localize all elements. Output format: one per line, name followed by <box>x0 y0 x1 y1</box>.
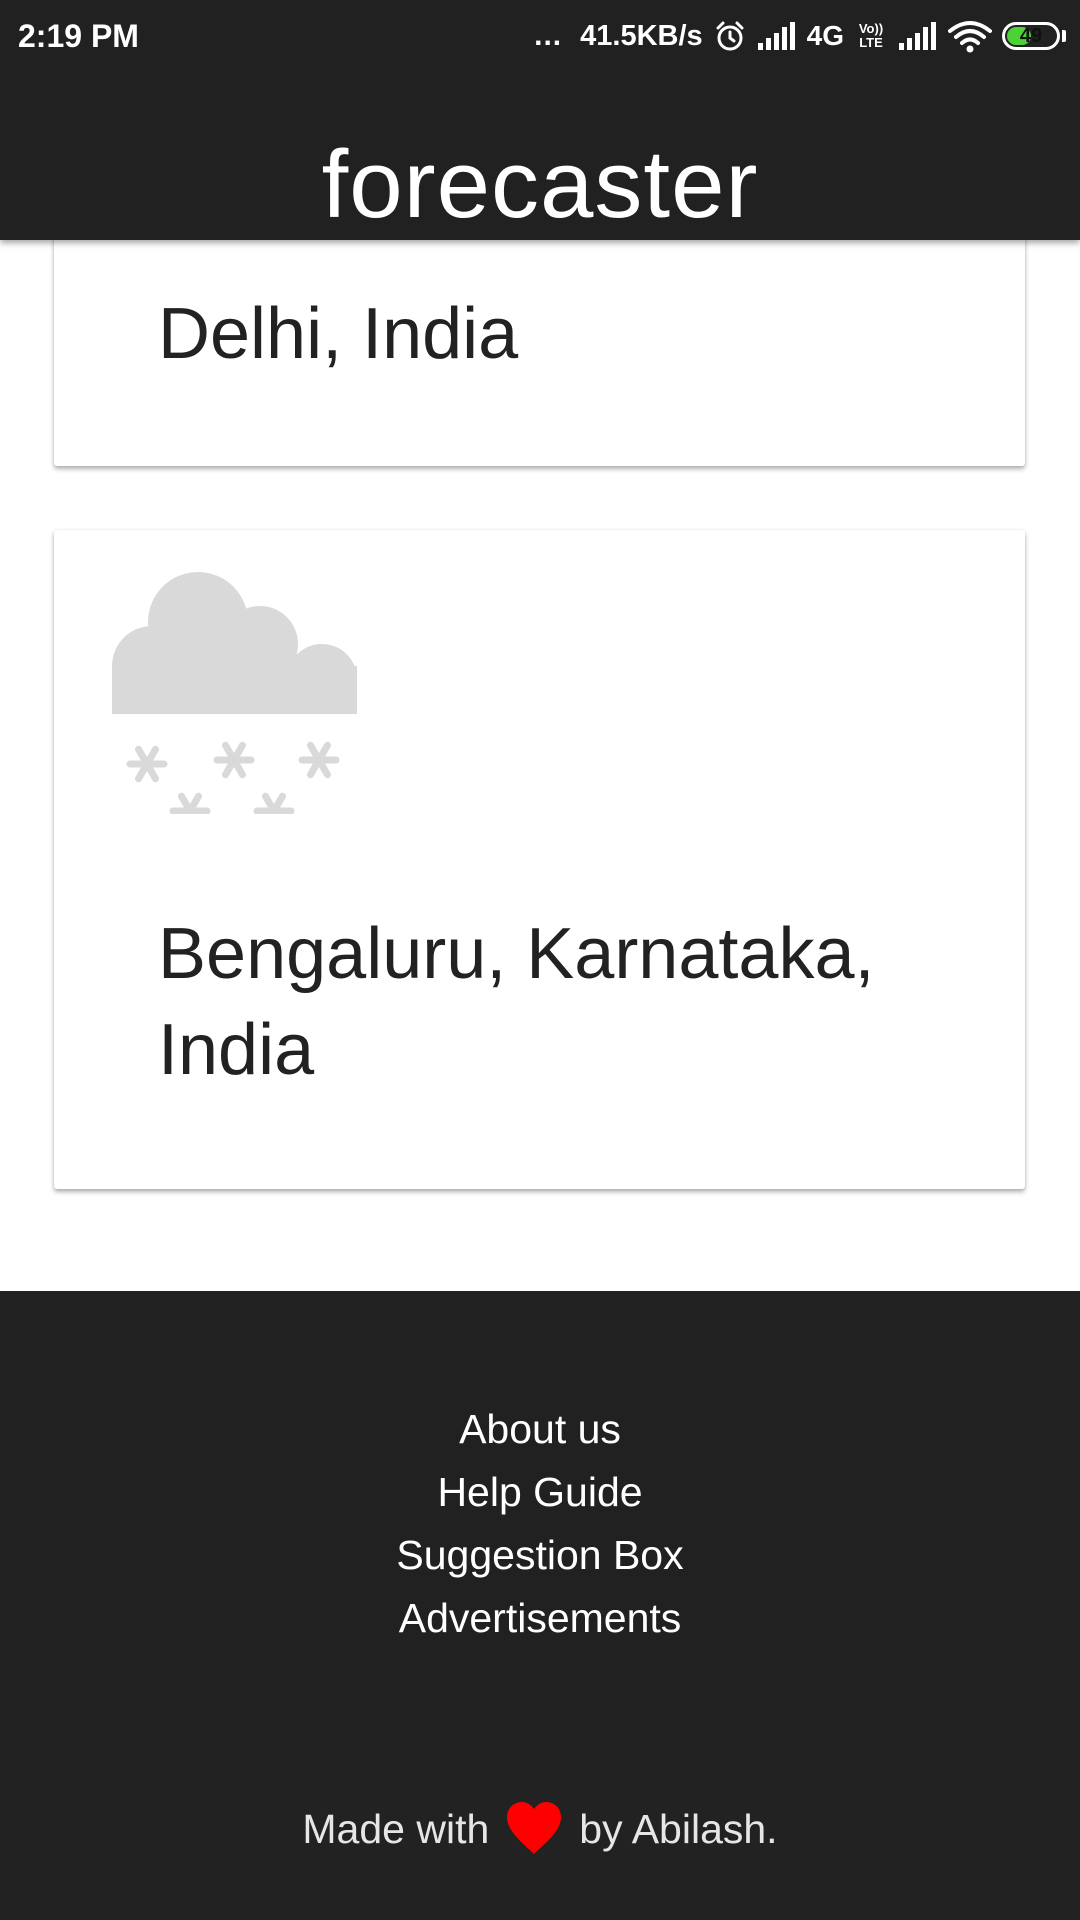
status-icons: ... 41.5KB/s 4G Vo)) LTE 49 <box>534 14 1066 58</box>
volte-icon: Vo)) LTE <box>854 22 888 50</box>
volte-bottom: LTE <box>859 35 883 50</box>
location-card-bengaluru[interactable]: Bengaluru, Karnataka, India <box>54 530 1025 1189</box>
made-with-prefix: Made with <box>302 1805 490 1852</box>
battery-level: 49 <box>1019 25 1043 47</box>
footer-link-advertisements[interactable]: Advertisements <box>0 1587 1080 1650</box>
footer-link-about-us[interactable]: About us <box>0 1398 1080 1461</box>
status-time: 2:19 PM <box>18 18 139 54</box>
snow-cloud-icon <box>112 572 357 814</box>
battery-tip <box>1062 30 1066 42</box>
made-with-row: Made with by Abilash. <box>54 1800 1026 1858</box>
location-name: Bengaluru, Karnataka, India <box>158 914 875 1090</box>
alarm-icon <box>716 21 744 51</box>
wifi-icon <box>948 21 992 53</box>
heart-icon <box>507 1802 562 1854</box>
app-header: forecaster <box>0 72 1080 240</box>
location-name: Delhi, India <box>158 294 519 374</box>
footer-links: About us Help Guide Suggestion Box Adver… <box>0 1398 1080 1650</box>
more-notifications-icon: ... <box>534 19 563 52</box>
screen: 2:19 PM ... 41.5KB/s 4G Vo)) LTE 49 fore… <box>0 0 1080 1920</box>
app-title: forecaster <box>321 131 759 238</box>
footer-link-suggestion-box[interactable]: Suggestion Box <box>0 1524 1080 1587</box>
made-with-credit: Made with by Abilash. <box>54 1750 1026 1920</box>
volte-top: Vo)) <box>858 21 884 36</box>
network-speed: 41.5KB/s <box>580 20 703 52</box>
status-bar: 2:19 PM ... 41.5KB/s 4G Vo)) LTE 49 <box>0 0 1080 72</box>
network-type: 4G <box>806 20 844 51</box>
signal-icon <box>757 22 795 50</box>
made-with-suffix: by Abilash. <box>579 1805 778 1852</box>
battery-icon: 49 <box>1002 22 1060 50</box>
footer: About us Help Guide Suggestion Box Adver… <box>0 1291 1080 1920</box>
footer-link-help-guide[interactable]: Help Guide <box>0 1461 1080 1524</box>
signal-icon-2 <box>899 22 936 50</box>
